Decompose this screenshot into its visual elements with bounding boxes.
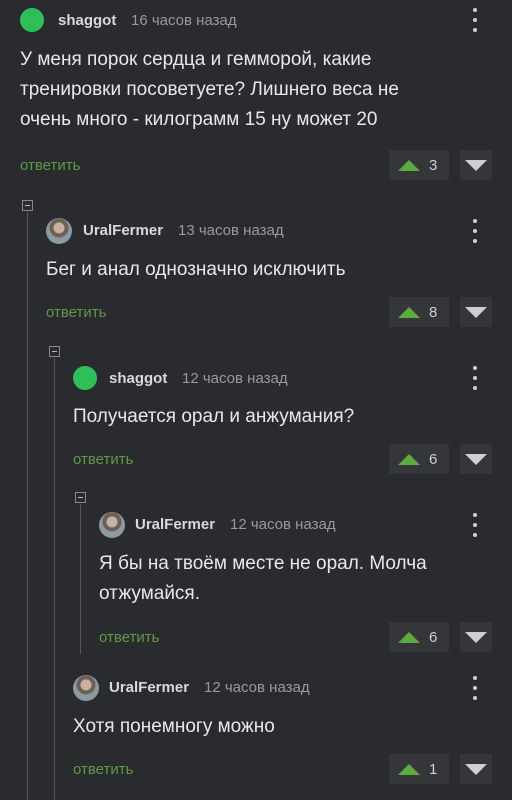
triangle-down-icon (465, 159, 487, 171)
triangle-down-icon (465, 763, 487, 775)
thread-line-1 (27, 212, 28, 800)
more-vertical-icon[interactable] (470, 219, 480, 243)
collapse-button[interactable] (75, 492, 86, 503)
more-vertical-icon[interactable] (470, 8, 480, 32)
triangle-up-icon (398, 306, 420, 318)
collapse-minus-icon (78, 497, 83, 498)
triangle-up-icon (398, 631, 420, 643)
triangle-down-icon (465, 631, 487, 643)
downvote-button[interactable] (460, 754, 492, 784)
reply-link[interactable]: ответить (73, 451, 133, 468)
avatar[interactable] (46, 218, 72, 244)
vote-count: 6 (429, 450, 438, 468)
comment-username[interactable]: UralFermer (109, 679, 189, 696)
downvote-button[interactable] (460, 622, 492, 652)
reply-link[interactable]: ответить (99, 629, 159, 646)
vote-count: 8 (429, 303, 438, 321)
collapse-minus-icon (52, 351, 57, 352)
triangle-up-icon (398, 763, 420, 775)
collapse-button[interactable] (22, 200, 33, 211)
comment-time: 12 часов назад (230, 516, 336, 533)
vote-count: 6 (429, 628, 438, 646)
comment-username[interactable]: UralFermer (83, 222, 163, 239)
avatar[interactable] (73, 675, 99, 701)
thread-line-2 (54, 358, 55, 800)
vote-count: 1 (429, 760, 438, 778)
comment-username[interactable]: UralFermer (135, 516, 215, 533)
triangle-down-icon (465, 306, 487, 318)
comment-time: 12 часов назад (182, 370, 288, 387)
avatar[interactable] (73, 366, 97, 390)
vote-count: 3 (429, 156, 438, 174)
collapse-minus-icon (25, 205, 30, 206)
thread-line-3 (80, 504, 81, 654)
triangle-down-icon (465, 453, 487, 465)
upvote-button[interactable]: 8 (389, 297, 449, 327)
more-vertical-icon[interactable] (470, 366, 480, 390)
collapse-button[interactable] (49, 346, 60, 357)
triangle-up-icon (398, 159, 420, 171)
avatar[interactable] (99, 512, 125, 538)
comment-username[interactable]: shaggot (58, 12, 116, 29)
downvote-button[interactable] (460, 444, 492, 474)
upvote-button[interactable]: 1 (389, 754, 449, 784)
comment-time: 12 часов назад (204, 679, 310, 696)
more-vertical-icon[interactable] (470, 513, 480, 537)
reply-link[interactable]: ответить (46, 304, 106, 321)
upvote-button[interactable]: 3 (389, 150, 449, 180)
comment-time: 16 часов назад (131, 12, 237, 29)
comment-text: Я бы на твоём месте не орал. Молча отжум… (99, 553, 427, 604)
upvote-button[interactable]: 6 (389, 444, 449, 474)
upvote-button[interactable]: 6 (389, 622, 449, 652)
comment-text: Бег и анал однозначно исключить (46, 259, 346, 280)
comment-text: Получается орал и анжумания? (73, 406, 355, 427)
comment-text: У меня порок сердца и гемморой, какие тр… (20, 49, 399, 130)
downvote-button[interactable] (460, 297, 492, 327)
comment-time: 13 часов назад (178, 222, 284, 239)
reply-link[interactable]: ответить (20, 157, 80, 174)
reply-link[interactable]: ответить (73, 761, 133, 778)
triangle-up-icon (398, 453, 420, 465)
comment-username[interactable]: shaggot (109, 370, 167, 387)
downvote-button[interactable] (460, 150, 492, 180)
avatar[interactable] (20, 8, 44, 32)
more-vertical-icon[interactable] (470, 676, 480, 700)
comment-text: Хотя понемногу можно (73, 716, 275, 737)
